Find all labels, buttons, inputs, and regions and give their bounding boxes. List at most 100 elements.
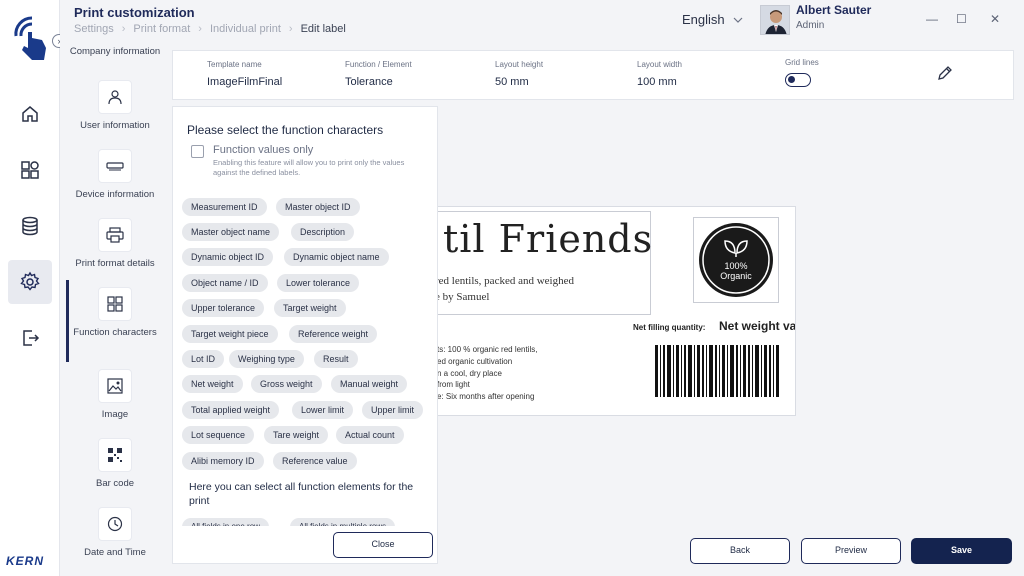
- chip-all-fields-multiple-rows[interactable]: All fields in multiple rows: [290, 518, 396, 526]
- chip-net-weight[interactable]: Net weight: [182, 375, 243, 393]
- function-nav: Company information User information Dev…: [60, 44, 170, 576]
- chip-master-object-id[interactable]: Master object ID: [276, 198, 360, 216]
- touch-logo-icon: [10, 10, 52, 64]
- label-detail-line: from light: [437, 380, 470, 389]
- user-role: Admin: [796, 20, 825, 31]
- left-rail: › KERN: [0, 0, 66, 576]
- chip-dynamic-object-name[interactable]: Dynamic object name: [284, 248, 389, 266]
- back-button[interactable]: Back: [690, 538, 790, 564]
- breadcrumb-edit-label: Edit label: [300, 23, 346, 35]
- organic-logo-box[interactable]: 100% Organic: [693, 217, 779, 303]
- nav-user-information[interactable]: User information: [60, 80, 170, 132]
- nav-print-format-details[interactable]: Print format details: [60, 218, 170, 270]
- user-icon: [98, 80, 132, 114]
- nav-bar-code[interactable]: Bar code: [60, 438, 170, 490]
- breadcrumb-settings[interactable]: Settings: [74, 23, 114, 35]
- chip-gross-weight[interactable]: Gross weight: [251, 375, 322, 393]
- chip-reference-weight[interactable]: Reference weight: [289, 325, 378, 343]
- user-name: Albert Sauter: [796, 3, 872, 17]
- label-brand-text: til Friends: [443, 217, 654, 261]
- breadcrumb-individual-print[interactable]: Individual print: [210, 23, 281, 35]
- chip-result[interactable]: Result: [314, 350, 358, 368]
- nav-bar-code-label: Bar code: [95, 478, 135, 489]
- database-icon: [22, 216, 38, 236]
- logout-nav-button[interactable]: [8, 316, 52, 360]
- chip-lot-id[interactable]: Lot ID: [182, 350, 225, 368]
- nav-function-characters[interactable]: Function characters: [60, 287, 170, 339]
- label-preview[interactable]: til Friends red lentils, packed and weig…: [436, 206, 796, 416]
- chip-master-object-name[interactable]: Master object name: [182, 223, 280, 241]
- layout-height-field: Layout height 50 mm: [495, 60, 543, 88]
- function-characters-panel: Please select the function characters Fu…: [172, 106, 438, 564]
- layout-height-value: 50 mm: [495, 76, 529, 88]
- logo-text-1: 100%: [724, 261, 747, 271]
- grid-lines-label: Grid lines: [785, 58, 819, 67]
- close-button[interactable]: Close: [333, 532, 433, 558]
- chip-lower-limit[interactable]: Lower limit: [292, 401, 354, 419]
- organic-leaf-icon: 100% Organic: [699, 223, 773, 297]
- nav-date-and-time[interactable]: Date and Time: [60, 507, 170, 559]
- image-icon: [98, 369, 132, 403]
- chevron-right-icon: ›: [198, 23, 202, 35]
- database-nav-button[interactable]: [8, 204, 52, 248]
- chip-dynamic-object-id[interactable]: Dynamic object ID: [182, 248, 274, 266]
- chip-total-applied-weight[interactable]: Total applied weight: [182, 401, 280, 419]
- layout-height-label: Layout height: [495, 60, 544, 69]
- nav-device-information[interactable]: Device information: [60, 149, 170, 201]
- chevron-down-icon: [733, 17, 743, 23]
- nav-device-information-label: Device information: [75, 189, 155, 200]
- save-button[interactable]: Save: [911, 538, 1012, 564]
- function-element-value: Tolerance: [345, 76, 393, 88]
- net-weight-value[interactable]: Net weight va: [719, 319, 795, 333]
- function-values-only-checkbox[interactable]: [191, 145, 204, 158]
- partial-chip-row: All fields in one row All fields in mult…: [173, 518, 437, 526]
- chip-target-weight-piece[interactable]: Target weight piece: [182, 325, 278, 343]
- function-values-only-label[interactable]: Function values only: [213, 144, 313, 156]
- chip-alibi-memory-id[interactable]: Alibi memory ID: [182, 452, 264, 470]
- chip-lower-tolerance[interactable]: Lower tolerance: [277, 274, 360, 292]
- layout-width-label: Layout width: [637, 60, 682, 69]
- nav-function-characters-label: Function characters: [73, 327, 157, 338]
- breadcrumb-print-format[interactable]: Print format: [133, 23, 190, 35]
- label-sub-line-1: red lentils, packed and weighed: [436, 275, 574, 287]
- label-detail-line: n a cool, dry place: [437, 369, 502, 378]
- chip-tare-weight[interactable]: Tare weight: [264, 426, 329, 444]
- nav-user-information-label: User information: [80, 120, 150, 131]
- nav-date-and-time-label: Date and Time: [84, 547, 146, 558]
- chip-measurement-id[interactable]: Measurement ID: [182, 198, 267, 216]
- nav-image[interactable]: Image: [60, 369, 170, 421]
- home-icon: [22, 106, 38, 122]
- chip-weighing-type[interactable]: Weighing type: [229, 350, 304, 368]
- clock-icon: [98, 507, 132, 541]
- dashboard-nav-button[interactable]: [8, 148, 52, 192]
- chip-upper-limit[interactable]: Upper limit: [362, 401, 424, 419]
- language-label: English: [682, 12, 725, 27]
- chip-manual-weight[interactable]: Manual weight: [331, 375, 408, 393]
- edit-pencil-icon[interactable]: [937, 65, 953, 86]
- minimize-button[interactable]: —: [926, 12, 938, 26]
- avatar[interactable]: [760, 5, 790, 35]
- chip-upper-tolerance[interactable]: Upper tolerance: [182, 299, 265, 317]
- home-nav-button[interactable]: [8, 92, 52, 136]
- language-selector[interactable]: English: [682, 12, 743, 27]
- grid-lines-toggle[interactable]: [785, 73, 811, 87]
- barcode[interactable]: [655, 345, 779, 397]
- preview-button[interactable]: Preview: [801, 538, 901, 564]
- chip-object-name-id[interactable]: Object name / ID: [182, 274, 268, 292]
- close-window-button[interactable]: ✕: [990, 12, 1000, 26]
- chip-reference-value[interactable]: Reference value: [273, 452, 357, 470]
- maximize-button[interactable]: ☐: [956, 12, 967, 26]
- function-values-only-hint: Enabling this feature will allow you to …: [213, 158, 405, 177]
- properties-bar: Template name ImageFilmFinal Function / …: [172, 50, 1014, 100]
- settings-nav-button[interactable]: [8, 260, 52, 304]
- device-icon: [98, 149, 132, 183]
- logout-icon: [23, 330, 40, 346]
- label-sub-line-2: e by Samuel: [436, 291, 490, 303]
- brand-logo: KERN: [6, 554, 45, 568]
- chip-actual-count[interactable]: Actual count: [336, 426, 404, 444]
- chip-description[interactable]: Description: [291, 223, 355, 241]
- chip-target-weight[interactable]: Target weight: [274, 299, 346, 317]
- chip-lot-sequence[interactable]: Lot sequence: [182, 426, 255, 444]
- nav-company-information[interactable]: Company information: [60, 40, 170, 58]
- chip-all-fields-one-row[interactable]: All fields in one row: [182, 518, 269, 526]
